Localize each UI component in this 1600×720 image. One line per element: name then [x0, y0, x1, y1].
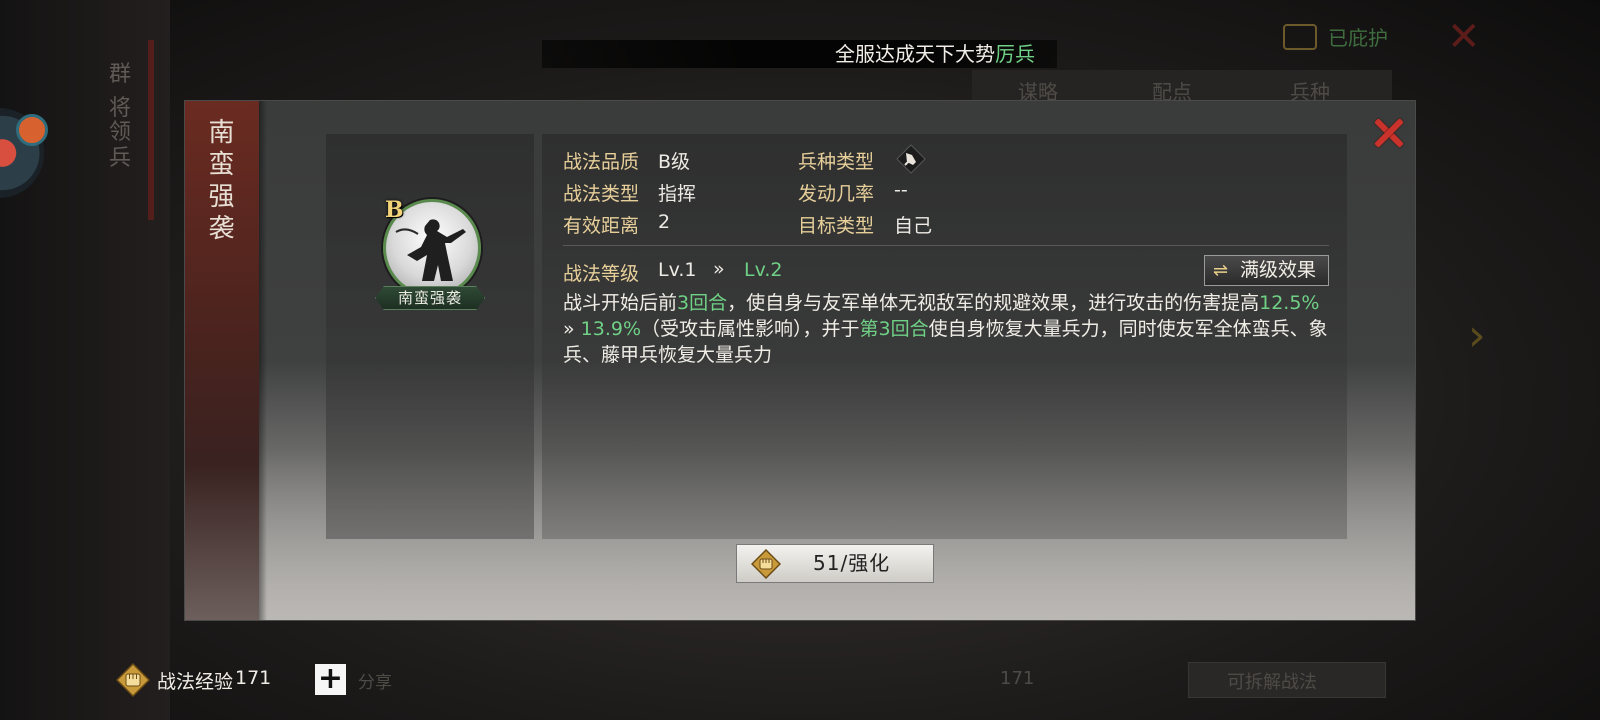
desc-highlight: 13.9% [580, 318, 642, 340]
attr-trigger-value: -- [894, 179, 908, 201]
background-red-bar [148, 40, 154, 220]
tactic-title-char: 蛮 [208, 150, 236, 180]
notice-text: 全服达成天下大势 [835, 42, 995, 66]
tactic-title-char: 袭 [208, 214, 236, 244]
background-dismantle-label: 可拆解战法 [1227, 672, 1317, 693]
notice-highlight: 厉兵 [995, 42, 1035, 66]
attr-trigger-label: 发动几率 [798, 183, 875, 205]
desc-highlight: 12.5% [1259, 292, 1320, 314]
desc-highlight: 3回合 [677, 292, 728, 314]
background-close-icon: ✕ [1447, 14, 1481, 60]
server-notice-banner: 全服达成天下大势厉兵 [542, 40, 1057, 68]
background-exp-value: 171 [1000, 668, 1035, 689]
tactic-title-char: 强 [208, 182, 236, 212]
attr-quality-value: B级 [658, 151, 691, 173]
background-side-tab-3: 领 [108, 120, 131, 145]
attr-target-value: 自己 [894, 215, 933, 237]
attr-type-label: 战法类型 [563, 183, 640, 205]
troop-type-icon [896, 144, 926, 174]
tactic-exp-label: 战法经验 [157, 671, 234, 693]
desc-text: ，使自身与友军单体无视敌军的规避效果，进行攻击的伤害提高 [727, 292, 1260, 314]
tactic-name-plate: 南蛮强袭 [375, 286, 485, 310]
enhance-button[interactable]: 51/强化 [736, 544, 934, 583]
attr-troop-label: 兵种类型 [798, 151, 875, 173]
enhance-label: 51/强化 [813, 551, 891, 575]
attr-range-label: 有效距离 [563, 215, 640, 237]
background-side-tab-2: 将 [108, 96, 131, 121]
background-protect-status: 已庇护 [1328, 26, 1388, 50]
background-protect-icon [1283, 24, 1317, 50]
close-button[interactable] [1367, 111, 1411, 155]
add-exp-button[interactable]: + [315, 664, 346, 695]
attr-range-value: 2 [658, 211, 671, 233]
tactic-exp-icon [116, 663, 150, 697]
background-share-label: 分享 [358, 673, 392, 693]
background-event-orb-badge [16, 114, 48, 146]
tactic-grade-badge: B [385, 197, 404, 223]
desc-text: （受攻击属性影响），并于 [641, 318, 860, 340]
tactic-detail-modal: 南 蛮 强 袭 B 南蛮强袭 战法品质 B级 战法类型 指挥 有效距离 2 兵种… [185, 101, 1415, 620]
max-effect-label: 满级效果 [1240, 259, 1317, 281]
attr-quality-label: 战法品质 [563, 151, 640, 173]
background-dismantle-button: 可拆解战法 [1188, 662, 1386, 698]
desc-arrow: » [563, 318, 581, 340]
attr-type-value: 指挥 [658, 183, 697, 205]
banner-edge-shadow [259, 101, 267, 620]
max-effect-button[interactable]: ⇌ 满级效果 [1204, 255, 1329, 286]
tactic-description: 战斗开始后前3回合，使自身与友军单体无视敌军的规避效果，进行攻击的伤害提高12.… [563, 290, 1328, 368]
level-arrow-icon: » [713, 258, 725, 280]
desc-highlight: 第3回合 [859, 318, 929, 340]
tactic-exp-value: 171 [235, 667, 272, 689]
attr-target-label: 目标类型 [798, 215, 875, 237]
desc-text: 战斗开始后前 [563, 292, 678, 314]
tactic-fist-icon [751, 549, 781, 579]
tactic-level-current: Lv.1 [658, 259, 697, 281]
background-next-arrow-icon: › [1468, 310, 1486, 361]
tactic-title-char: 南 [208, 118, 236, 148]
swap-arrows-icon: ⇌ [1213, 260, 1229, 281]
background-side-tab-1: 群 [108, 62, 131, 87]
tactic-level-label: 战法等级 [563, 263, 640, 285]
background-left-panel [0, 0, 170, 720]
tactic-portrait-panel [326, 134, 534, 539]
tactic-level-next: Lv.2 [744, 259, 783, 281]
background-side-tab-4: 兵 [108, 146, 131, 171]
tactic-title-vertical: 南 蛮 强 袭 [205, 117, 239, 245]
section-divider [563, 245, 1329, 246]
